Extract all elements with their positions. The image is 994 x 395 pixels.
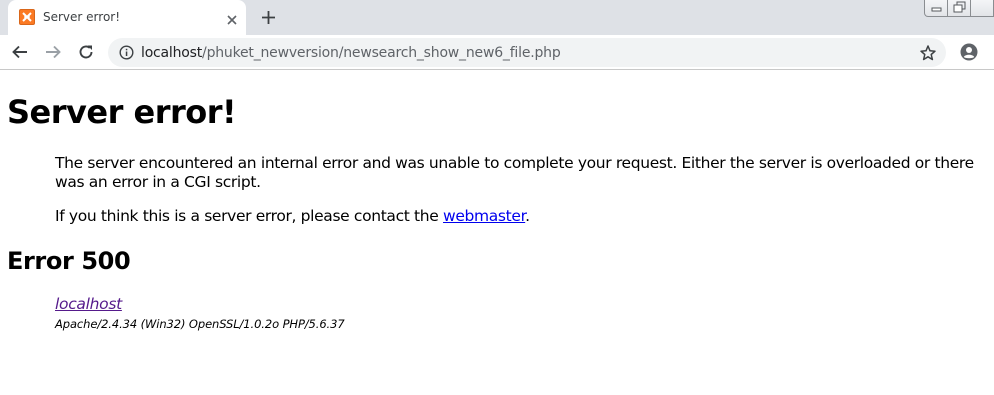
xampp-favicon-icon [19,9,35,25]
tab-server-error[interactable]: Server error! [8,0,246,35]
reload-icon[interactable] [77,43,95,61]
forward-arrow-icon[interactable] [44,43,62,61]
error-message: The server encountered an internal error… [55,154,974,191]
url-path: /phuket_newversion/newsearch_show_new6_f… [202,45,561,61]
localhost-link[interactable]: localhost [55,295,345,313]
restore-button[interactable] [947,0,971,17]
maximize-button[interactable] [970,0,994,17]
tab-title: Server error! [43,10,121,24]
webmaster-link[interactable]: webmaster [443,207,525,225]
plus-icon[interactable] [260,9,277,26]
error-code-heading: Error 500 [7,247,131,275]
tab-strip: Server error! [0,0,994,35]
address-bar[interactable]: localhost/phuket_newversion/newsearch_sh… [108,38,946,67]
server-signature: Apache/2.4.34 (Win32) OpenSSL/1.0.2o PHP… [55,317,345,331]
url-text[interactable]: localhost/phuket_newversion/newsearch_sh… [141,45,561,61]
star-icon[interactable] [919,44,937,62]
server-address: localhost Apache/2.4.34 (Win32) OpenSSL/… [55,295,345,331]
account-icon[interactable] [960,43,978,61]
contact-text: If you think this is a server error, ple… [55,207,444,225]
contact-paragraph: If you think this is a server error, ple… [55,207,990,226]
page-content: Server error! The server encountered an … [0,71,994,395]
url-host: localhost [141,45,203,61]
minimize-button[interactable] [924,0,948,17]
browser-toolbar: localhost/phuket_newversion/newsearch_sh… [0,35,994,70]
back-arrow-icon[interactable] [11,43,29,61]
info-icon[interactable] [119,45,134,60]
contact-suffix: . [525,207,530,225]
page-title: Server error! [7,93,237,131]
window-controls [924,0,994,18]
close-icon[interactable] [226,11,238,25]
